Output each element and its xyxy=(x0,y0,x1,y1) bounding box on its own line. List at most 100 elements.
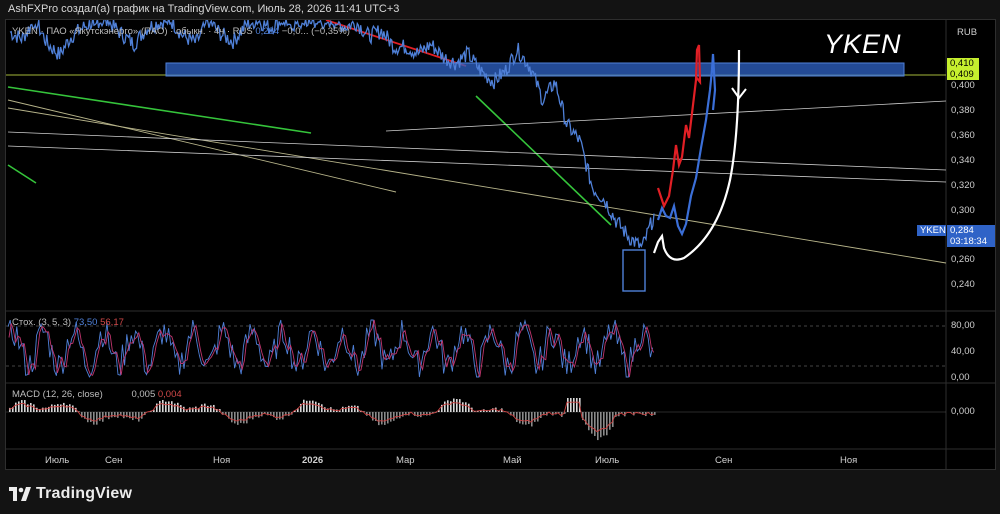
macd-bar xyxy=(111,412,113,418)
macd-bar xyxy=(63,402,65,412)
green-trendline-1[interactable] xyxy=(7,86,312,134)
chart-frame[interactable]: YKEN · ПАО «Якутскэнерго» (ПАО) · обыкн.… xyxy=(5,19,996,470)
countdown-tag: 03:18:34 xyxy=(947,236,995,247)
macd-bar xyxy=(426,412,428,416)
macd-bar xyxy=(246,412,248,424)
macd-bar xyxy=(573,398,575,412)
ticker-price-tag: YKEN xyxy=(917,225,946,236)
symbol-legend[interactable]: YKEN · ПАО «Якутскэнерго» (ПАО) · обыкн.… xyxy=(12,26,350,37)
macd-bar xyxy=(168,401,170,412)
macd-bar xyxy=(615,412,617,417)
macd-bar xyxy=(162,399,164,412)
macd-bar xyxy=(132,412,134,421)
stoch-label: Стох. (3, 5, 3) xyxy=(12,317,72,328)
currency-label[interactable]: RUB xyxy=(957,27,977,38)
macd-bar xyxy=(36,407,38,412)
macd-bar xyxy=(60,404,62,412)
legend-ticker: YKEN xyxy=(12,26,38,37)
macd-bar xyxy=(381,412,383,425)
macd-bar xyxy=(537,412,539,422)
macd-bar xyxy=(576,398,578,412)
annotation-title[interactable]: YKEN xyxy=(824,29,902,60)
time-label-sep-2026: Сен xyxy=(715,455,733,466)
macd-bar xyxy=(522,412,524,425)
macd-tick-0: 0,000 xyxy=(951,406,975,417)
macd-bar xyxy=(447,400,449,412)
macd-bar xyxy=(603,412,605,436)
forecast-blue-path[interactable] xyxy=(656,53,717,237)
macd-bar xyxy=(393,412,395,421)
macd-bar xyxy=(87,412,89,423)
tradingview-logo[interactable]: TradingView xyxy=(9,485,132,503)
macd-bar xyxy=(588,412,590,431)
macd-bar xyxy=(165,401,167,412)
macd-bar xyxy=(399,412,401,419)
price-tick-0300: 0,300 xyxy=(951,205,975,216)
macd-bar xyxy=(93,412,95,425)
macd-bar xyxy=(195,406,197,412)
macd-bar xyxy=(459,399,461,412)
macd-bar xyxy=(99,412,101,421)
macd-bar xyxy=(534,412,536,422)
macd-bar xyxy=(528,412,530,425)
tradingview-logo-icon xyxy=(9,487,31,501)
macd-legend[interactable]: MACD (12, 26, close) 0,005 0,004 xyxy=(12,389,182,400)
macd-bar xyxy=(396,412,398,419)
stoch-tick-80: 80,00 xyxy=(951,320,975,331)
time-label-sep-2025: Сен xyxy=(105,455,123,466)
time-label-jul-2026: Июль xyxy=(595,455,620,466)
macd-bar xyxy=(456,399,458,412)
support-box[interactable] xyxy=(622,249,646,292)
macd-bar xyxy=(138,412,140,422)
macd-value: 0,005 xyxy=(131,389,156,400)
macd-bar xyxy=(309,400,311,412)
macd-bar xyxy=(519,412,521,424)
macd-bar xyxy=(234,412,236,424)
macd-bar xyxy=(465,402,467,412)
macd-bar xyxy=(159,400,161,412)
macd-bar xyxy=(324,407,326,412)
green-trendline-3[interactable] xyxy=(475,95,612,226)
macd-bar xyxy=(207,405,209,412)
macd-bar xyxy=(174,403,176,412)
zone-bottom-label: 0,409 xyxy=(947,69,979,80)
macd-histogram xyxy=(9,398,656,441)
macd-bar xyxy=(201,404,203,412)
macd-bar xyxy=(258,412,260,418)
macd-bar xyxy=(402,412,404,417)
legend-description: · ПАО «Якутскэнерго» (ПАО) · обыкн. · 4ч… xyxy=(40,26,253,37)
green-trendline-2[interactable] xyxy=(7,164,37,184)
macd-bar xyxy=(417,412,419,417)
macd-bar xyxy=(306,400,308,412)
macd-bar xyxy=(57,404,59,412)
last-price-tag: 0,284 xyxy=(947,225,995,236)
macd-bar xyxy=(606,412,608,436)
gray-trendline-3[interactable] xyxy=(385,100,947,132)
macd-bar xyxy=(390,412,392,422)
time-label-nov-2025: Ноя xyxy=(213,455,231,466)
chart-canvas[interactable] xyxy=(6,20,996,470)
stoch-legend[interactable]: Стох. (3, 5, 3) 73,50 56,17 xyxy=(12,317,124,328)
macd-bar xyxy=(372,412,374,421)
macd-bar xyxy=(387,412,389,424)
macd-bar xyxy=(42,407,44,412)
macd-bar xyxy=(171,401,173,412)
beige-trendline-2[interactable] xyxy=(7,107,947,264)
time-label-2026: 2026 xyxy=(302,455,324,466)
macd-bar xyxy=(531,412,533,427)
beige-trendline-1[interactable] xyxy=(7,99,397,193)
macd-bar xyxy=(204,403,206,412)
price-tick-0260: 0,260 xyxy=(951,254,975,265)
stoch-tick-0: 0,00 xyxy=(951,372,970,383)
macd-bar xyxy=(30,402,32,412)
price-tick-0340: 0,340 xyxy=(951,155,975,166)
macd-bar xyxy=(189,407,191,412)
macd-bar xyxy=(252,412,254,420)
price-tick-0400: 0,400 xyxy=(951,80,975,91)
macd-bar xyxy=(210,405,212,412)
tradingview-wordmark: TradingView xyxy=(36,485,133,502)
macd-bar xyxy=(54,404,56,412)
macd-bar xyxy=(18,401,20,412)
macd-bar xyxy=(321,404,323,412)
macd-bar xyxy=(237,412,239,425)
